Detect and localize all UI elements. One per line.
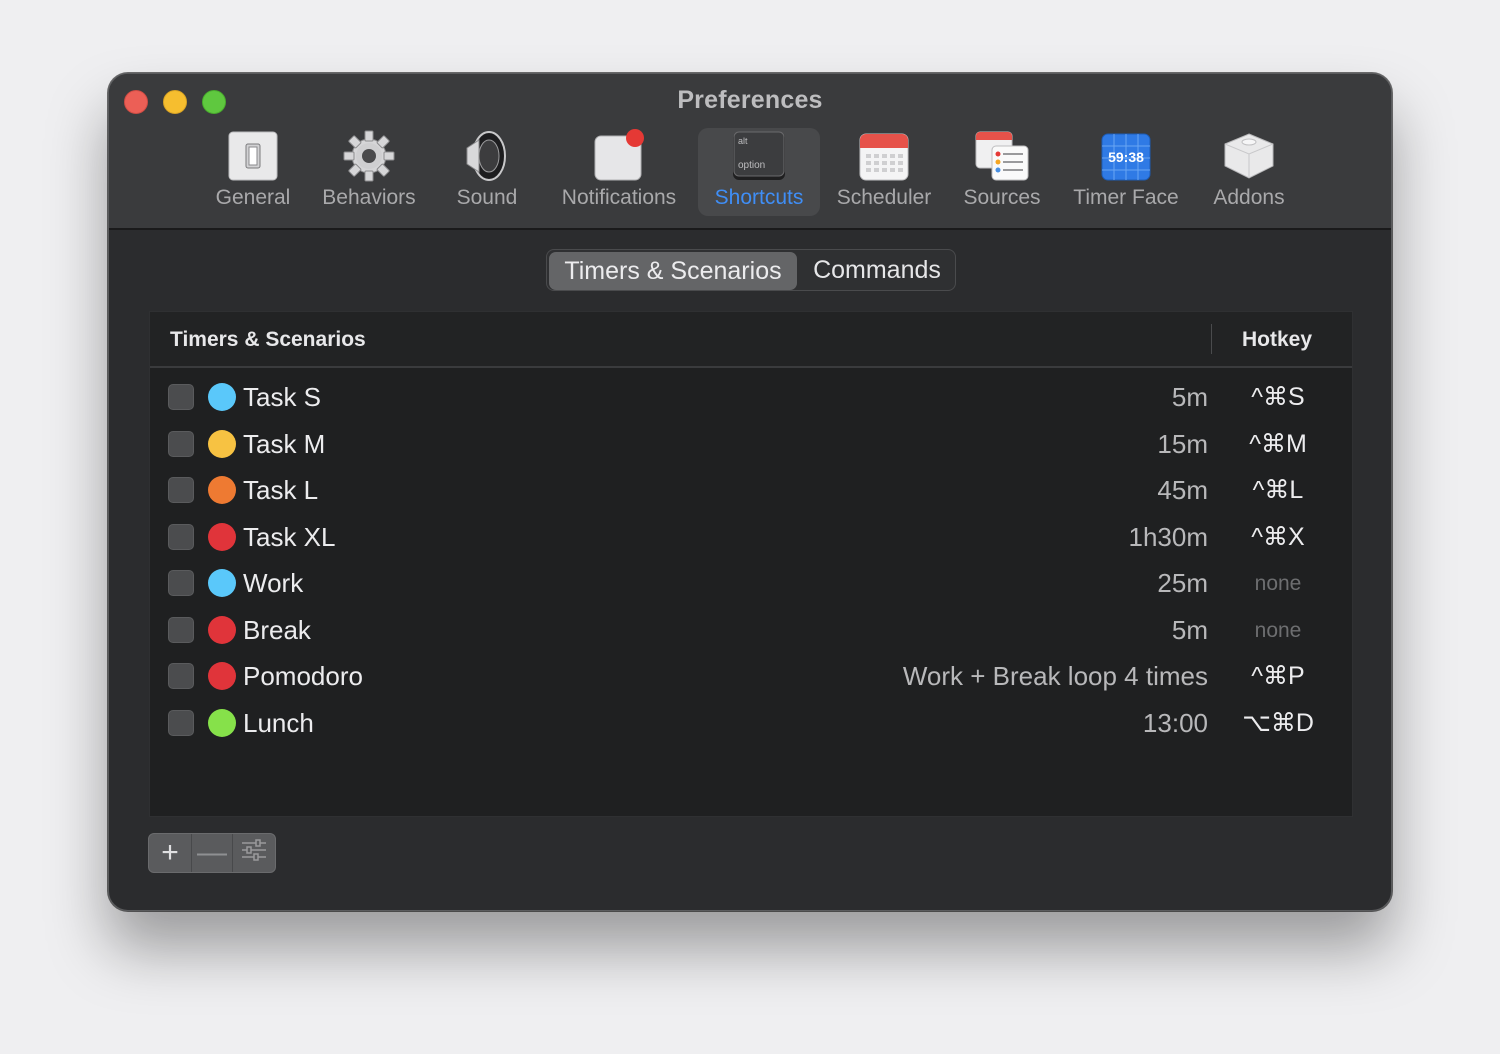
row-duration: Work + Break loop 4 times — [902, 661, 1208, 691]
row-name: Task XL — [243, 521, 336, 552]
table-header: Timers & Scenarios Hotkey — [150, 312, 1352, 368]
titlebar: Preferences General Behaviors Sound Noti… — [109, 74, 1391, 230]
segmented-control: Timers & Scenarios Commands — [546, 249, 956, 291]
toolbar-sound-label: Sound — [456, 186, 518, 209]
speaker-icon — [459, 128, 515, 184]
toolbar-sound[interactable]: Sound — [443, 128, 531, 216]
add-button[interactable]: + — [149, 834, 191, 872]
toolbar-addons-label: Addons — [1213, 186, 1285, 209]
color-dot — [208, 708, 236, 737]
toolbar-general-label: General — [215, 186, 291, 209]
timers-table: Timers & Scenarios Hotkey Task S 5m ^⌘S Tas… — [149, 311, 1353, 817]
row-checkbox[interactable] — [168, 523, 194, 550]
toolbar-sources[interactable]: Sources — [955, 128, 1049, 216]
color-dot — [208, 662, 236, 690]
row-hotkey[interactable]: ^⌘P — [1220, 661, 1336, 691]
sliders-icon — [241, 836, 267, 870]
row-checkbox[interactable] — [168, 430, 194, 457]
row-hotkey[interactable]: ⌥⌘D — [1220, 708, 1336, 738]
toolbar-timer-face[interactable]: 59:38 Timer Face — [1064, 128, 1188, 216]
column-header-timers[interactable]: Timers & Scenarios — [170, 328, 366, 352]
table-row[interactable]: Lunch 13:00 ⌥⌘D — [150, 700, 1352, 746]
row-name: Pomodoro — [243, 661, 363, 691]
calendar-icon — [856, 128, 912, 184]
row-hotkey[interactable]: none — [1220, 572, 1336, 596]
preferences-window: Preferences General Behaviors Sound Noti… — [108, 73, 1392, 911]
column-divider[interactable] — [1211, 324, 1212, 354]
row-checkbox[interactable] — [168, 709, 194, 736]
segment-timers-scenarios[interactable]: Timers & Scenarios — [549, 252, 797, 290]
row-checkbox[interactable] — [168, 384, 194, 410]
table-row[interactable]: Task XL 1h30m ^⌘X — [150, 514, 1352, 560]
row-name: Break — [243, 614, 311, 645]
timer-face-icon: 59:38 — [1098, 128, 1154, 184]
row-checkbox[interactable] — [168, 570, 194, 596]
row-duration: 13:00 — [1142, 707, 1208, 738]
row-duration: 15m — [1157, 428, 1208, 459]
color-dot — [208, 383, 236, 411]
notification-badge-icon — [591, 128, 647, 184]
settings-button[interactable] — [233, 834, 275, 872]
svg-text:59:38: 59:38 — [1108, 149, 1144, 165]
toolbar-behaviors[interactable]: Behaviors — [313, 128, 425, 216]
row-hotkey[interactable]: ^⌘S — [1220, 382, 1336, 412]
row-name: Work — [243, 568, 304, 598]
row-hotkey[interactable]: ^⌘X — [1220, 522, 1336, 552]
row-duration: 45m — [1157, 475, 1208, 505]
svg-text:option: option — [738, 160, 765, 171]
row-hotkey[interactable]: ^⌘M — [1220, 429, 1336, 459]
toolbar-general[interactable]: General — [203, 128, 303, 216]
toolbar-sources-label: Sources — [963, 186, 1041, 209]
toolbar-shortcuts[interactable]: alt option Shortcuts — [698, 128, 820, 216]
svg-text:alt: alt — [738, 136, 748, 146]
toolbar-shortcuts-label: Shortcuts — [714, 186, 804, 209]
row-hotkey[interactable]: none — [1220, 619, 1336, 643]
row-checkbox[interactable] — [168, 616, 194, 643]
color-dot — [208, 569, 236, 597]
table-row[interactable]: Break 5m none — [150, 607, 1352, 653]
gear-icon — [341, 128, 397, 184]
table-row[interactable]: Task L 45m ^⌘L — [150, 467, 1352, 513]
color-dot — [208, 615, 236, 644]
column-header-hotkey[interactable]: Hotkey — [1242, 328, 1312, 352]
row-duration: 25m — [1157, 568, 1208, 598]
row-checkbox[interactable] — [168, 663, 194, 689]
row-name: Task L — [243, 475, 319, 505]
row-name: Lunch — [243, 707, 314, 738]
table-row[interactable]: Task M 15m ^⌘M — [150, 421, 1352, 467]
option-key-icon: alt option — [731, 128, 787, 184]
toolbar-notifications[interactable]: Notifications — [549, 128, 689, 216]
row-duration: 1h30m — [1128, 521, 1209, 552]
toolbar-addons[interactable]: Addons — [1203, 128, 1295, 216]
table-row[interactable]: Work 25m none — [150, 560, 1352, 606]
row-checkbox[interactable] — [168, 477, 194, 503]
toolbar-behaviors-label: Behaviors — [322, 186, 416, 209]
remove-button[interactable]: — — [191, 834, 233, 872]
general-switch-icon — [225, 128, 281, 184]
table-button-bar: + — — [148, 833, 276, 873]
sources-list-icon — [974, 128, 1030, 184]
color-dot — [208, 476, 236, 504]
toolbar-timer-face-label: Timer Face — [1073, 186, 1179, 209]
row-name: Task M — [243, 428, 326, 459]
row-duration: 5m — [1171, 614, 1208, 645]
row-name: Task S — [243, 382, 322, 412]
segment-commands[interactable]: Commands — [799, 250, 955, 290]
window-title: Preferences — [677, 86, 823, 114]
color-dot — [208, 522, 236, 551]
color-dot — [208, 429, 236, 458]
row-hotkey[interactable]: ^⌘L — [1220, 475, 1336, 505]
table-row[interactable]: Pomodoro Work + Break loop 4 times ^⌘P — [150, 653, 1352, 699]
addon-cube-icon — [1221, 128, 1277, 184]
toolbar-scheduler[interactable]: Scheduler — [829, 128, 939, 216]
toolbar-notifications-label: Notifications — [561, 186, 677, 209]
table-row[interactable]: Task S 5m ^⌘S — [150, 374, 1352, 420]
row-duration: 5m — [1171, 382, 1208, 412]
toolbar-scheduler-label: Scheduler — [836, 186, 932, 209]
